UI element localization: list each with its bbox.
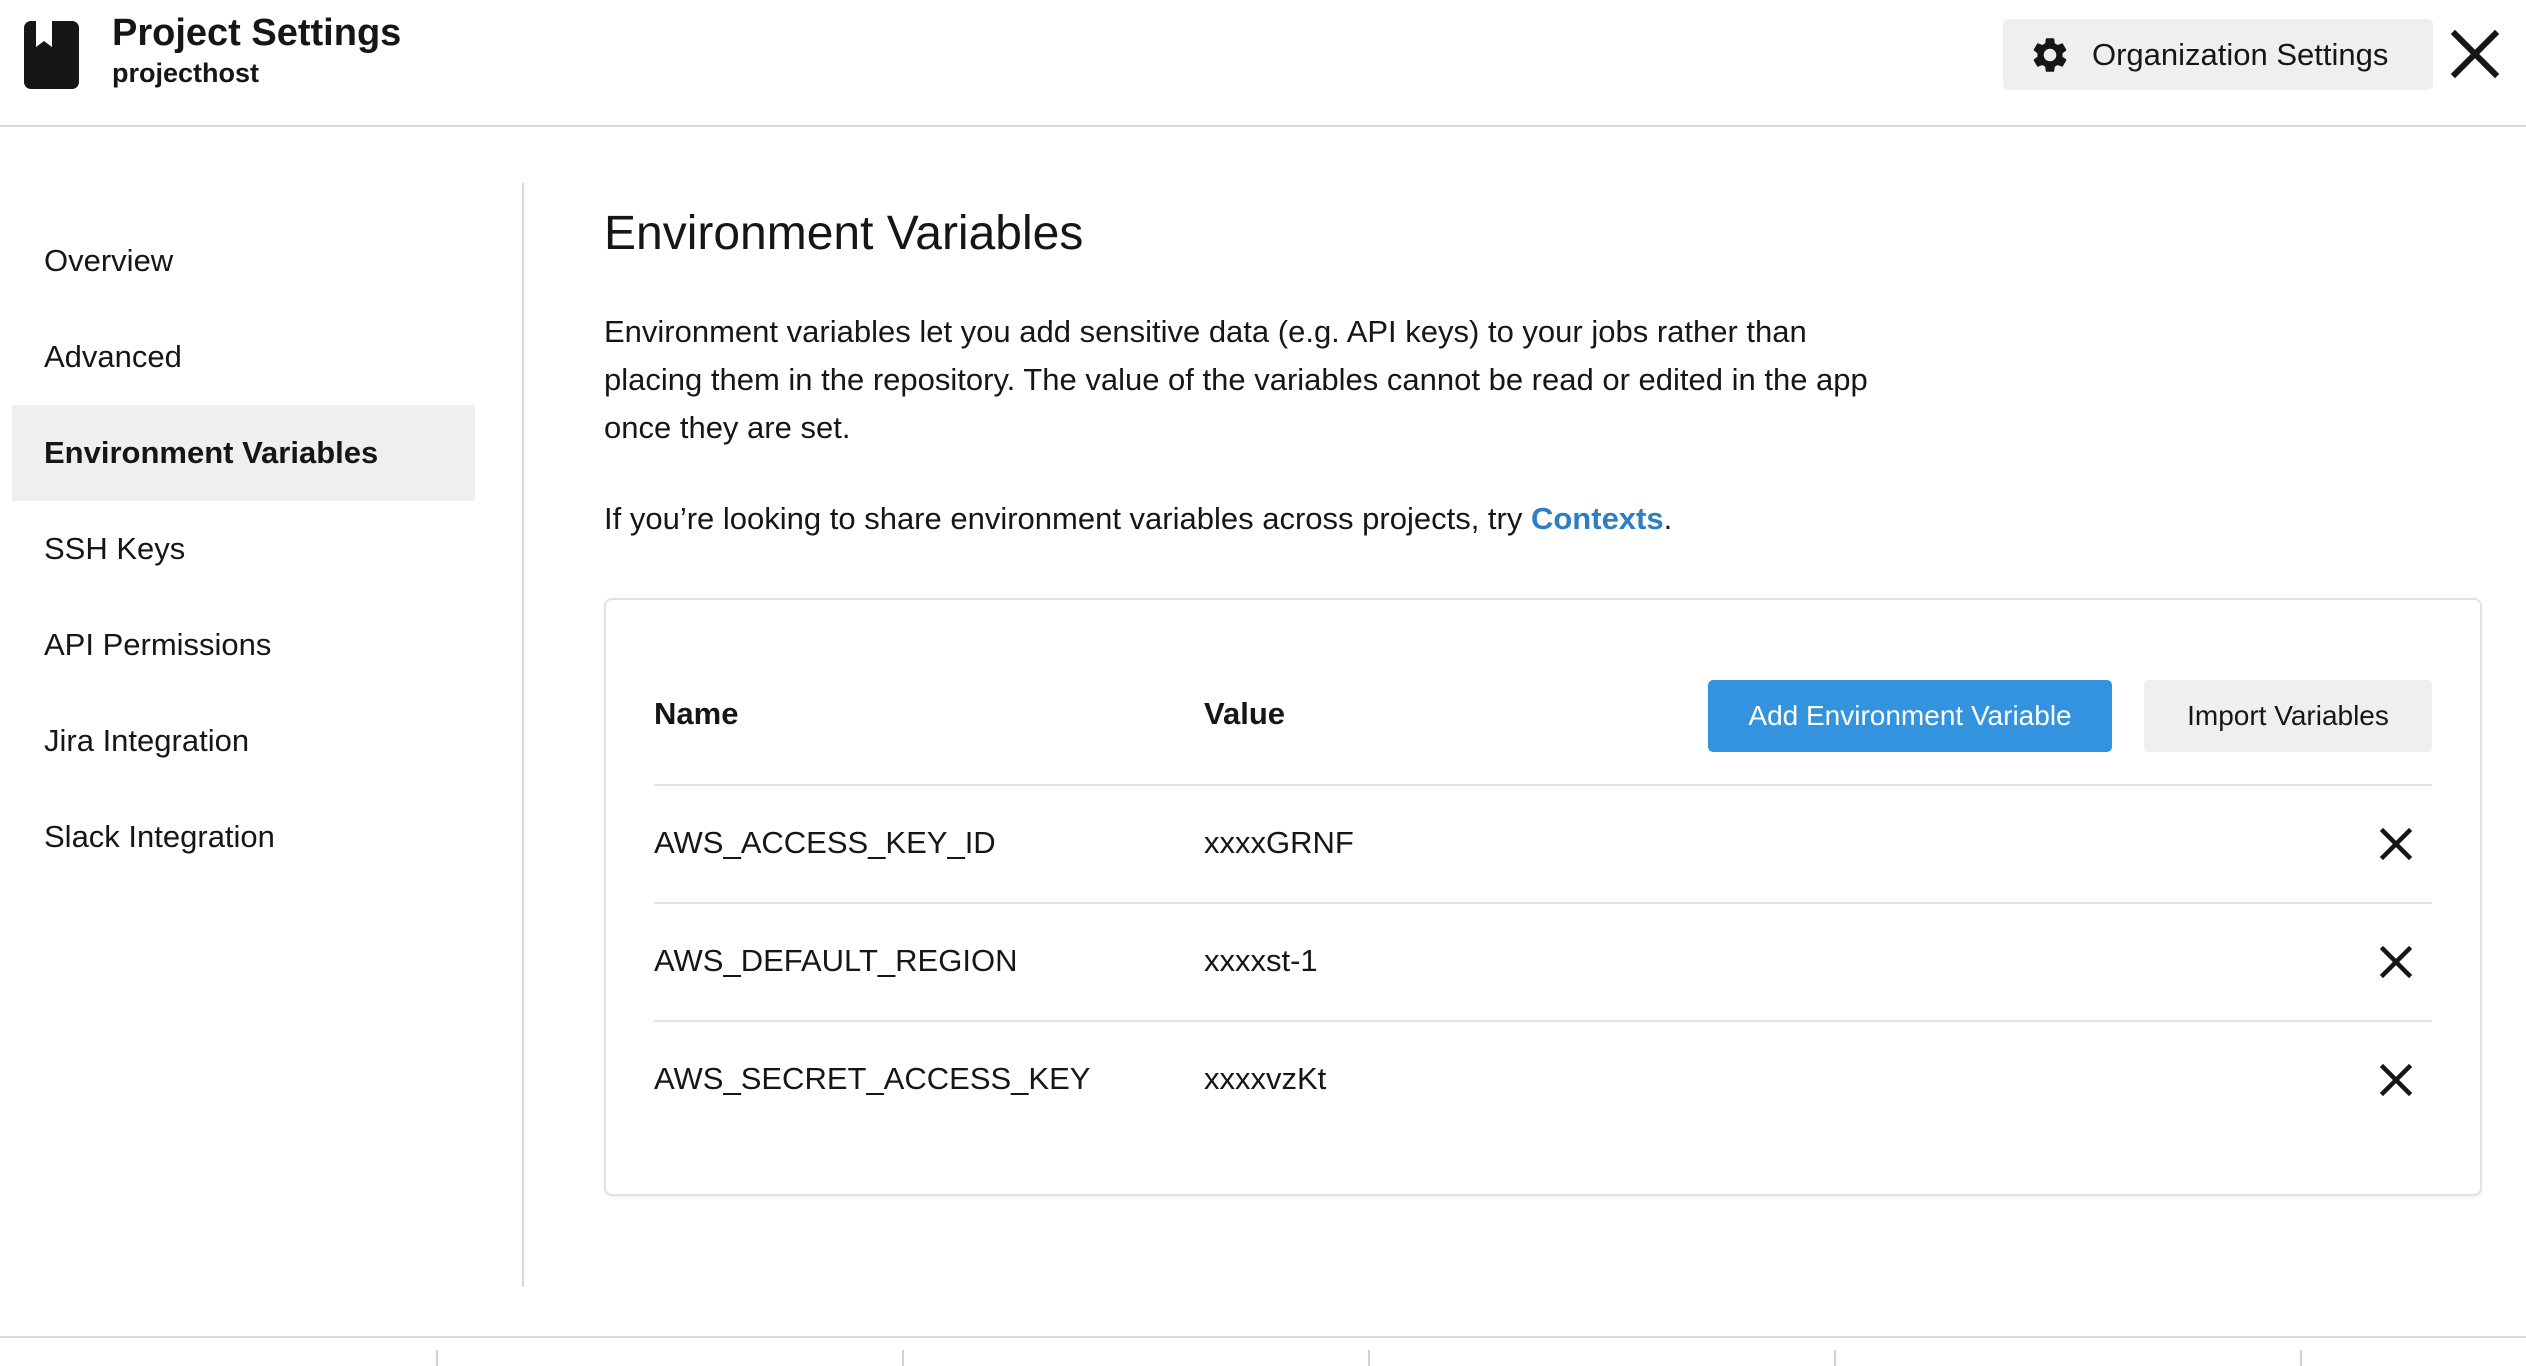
table-divider bbox=[654, 784, 2432, 786]
bookmark-icon bbox=[24, 21, 79, 89]
organization-settings-label: Organization Settings bbox=[2092, 37, 2389, 72]
column-header-value: Value bbox=[1204, 696, 1285, 731]
column-header-name: Name bbox=[654, 696, 739, 731]
page-title: Project Settings bbox=[112, 12, 402, 54]
footer-separator bbox=[436, 1350, 438, 1366]
share-hint-text: If you’re looking to share environment v… bbox=[604, 501, 1531, 536]
close-icon[interactable] bbox=[2449, 28, 2501, 80]
page-header: Project Settings projecthost Organizatio… bbox=[0, 0, 2526, 127]
add-environment-variable-button[interactable]: Add Environment Variable bbox=[1708, 680, 2112, 752]
table-row-name: AWS_ACCESS_KEY_ID bbox=[654, 825, 996, 860]
table-row-value: xxxxGRNF bbox=[1204, 825, 1354, 860]
delete-variable-icon[interactable] bbox=[2378, 944, 2414, 980]
sidebar-item-jira-integration[interactable]: Jira Integration bbox=[12, 693, 475, 789]
sidebar-item-ssh-keys[interactable]: SSH Keys bbox=[12, 501, 475, 597]
footer-separator bbox=[1834, 1350, 1836, 1366]
section-title: Environment Variables bbox=[604, 207, 1084, 260]
delete-variable-icon[interactable] bbox=[2378, 826, 2414, 862]
import-variables-button[interactable]: Import Variables bbox=[2144, 680, 2432, 752]
contexts-link[interactable]: Contexts bbox=[1531, 501, 1664, 536]
organization-settings-button[interactable]: Organization Settings bbox=[2003, 19, 2433, 90]
gear-icon bbox=[2033, 38, 2067, 72]
delete-variable-icon[interactable] bbox=[2378, 1062, 2414, 1098]
table-row-value: xxxxvzKt bbox=[1204, 1061, 1327, 1096]
sidebar-item-api-permissions[interactable]: API Permissions bbox=[12, 597, 475, 693]
sidebar-divider bbox=[522, 183, 524, 1287]
sidebar-item-overview[interactable]: Overview bbox=[12, 213, 475, 309]
footer-separator bbox=[902, 1350, 904, 1366]
sidebar-item-environment-variables[interactable]: Environment Variables bbox=[12, 405, 475, 501]
table-divider bbox=[654, 1020, 2432, 1022]
share-hint-suffix: . bbox=[1663, 501, 1673, 536]
footer-separator bbox=[2300, 1350, 2302, 1366]
footer-separator bbox=[1368, 1350, 1370, 1366]
share-hint: If you’re looking to share environment v… bbox=[604, 501, 1672, 537]
sidebar-item-advanced[interactable]: Advanced bbox=[12, 309, 475, 405]
sidebar-item-slack-integration[interactable]: Slack Integration bbox=[12, 789, 475, 885]
table-row-name: AWS_DEFAULT_REGION bbox=[654, 943, 1018, 978]
table-row-name: AWS_SECRET_ACCESS_KEY bbox=[654, 1061, 1091, 1096]
table-divider bbox=[654, 902, 2432, 904]
section-description: Environment variables let you add sensit… bbox=[604, 314, 1868, 445]
project-name: projecthost bbox=[112, 58, 260, 88]
footer-divider bbox=[0, 1336, 2526, 1338]
table-row-value: xxxxst-1 bbox=[1204, 943, 1318, 978]
